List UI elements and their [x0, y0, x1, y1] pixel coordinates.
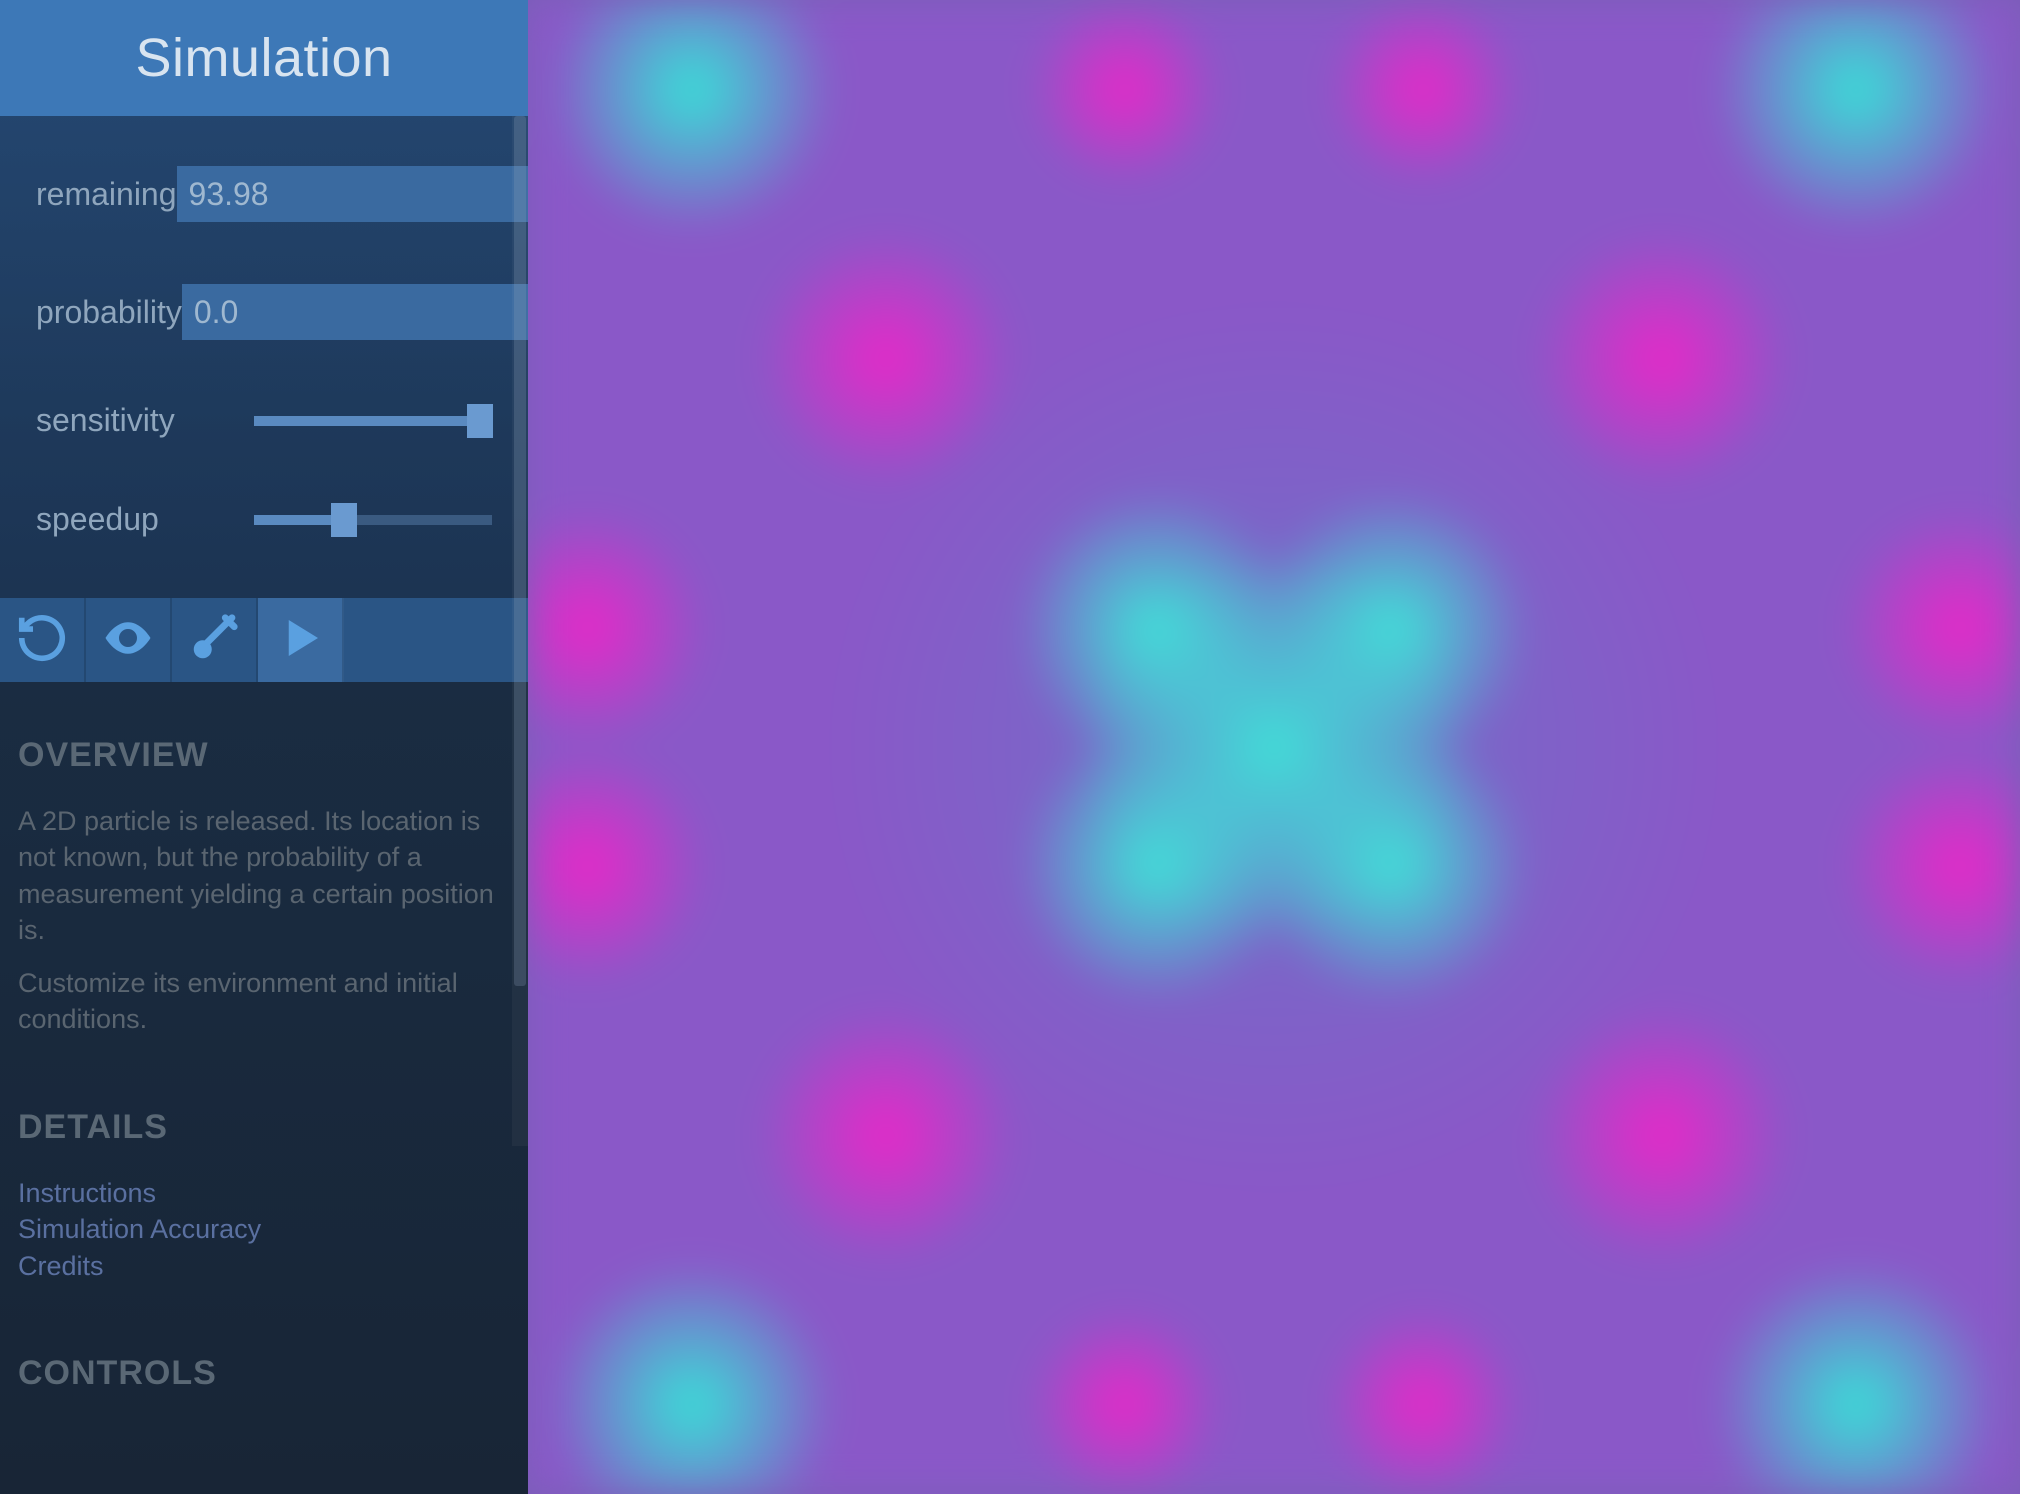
sidebar-header: Simulation — [0, 0, 528, 116]
reset-icon — [15, 611, 69, 670]
sidebar: Simulation remaining probability sensiti… — [0, 0, 528, 1494]
sensitivity-row: sensitivity — [36, 402, 492, 439]
details-block: DETAILS Instructions Simulation Accuracy… — [18, 1108, 510, 1284]
controls-heading: CONTROLS — [18, 1354, 510, 1393]
details-heading: DETAILS — [18, 1108, 510, 1147]
controls-block: CONTROLS — [18, 1354, 510, 1393]
credits-link[interactable]: Credits — [18, 1248, 510, 1284]
info-panel: OVERVIEW A 2D particle is released. Its … — [0, 682, 528, 1441]
scrollbar-thumb[interactable] — [514, 116, 526, 986]
app-root: Simulation remaining probability sensiti… — [0, 0, 2020, 1494]
simulation-canvas[interactable] — [528, 0, 2020, 1494]
speedup-slider[interactable] — [254, 505, 492, 535]
remaining-row: remaining — [36, 166, 492, 222]
overview-text-2: Customize its environment and initial co… — [18, 965, 510, 1038]
overview-text-1: A 2D particle is released. Its location … — [18, 803, 510, 949]
view-button[interactable] — [86, 598, 172, 682]
probability-label: probability — [36, 294, 182, 331]
remaining-label: remaining — [36, 176, 177, 213]
speedup-row: speedup — [36, 501, 492, 538]
page-title: Simulation — [135, 27, 392, 89]
toolbar — [0, 598, 528, 682]
play-icon — [273, 611, 327, 670]
probability-row: probability — [36, 284, 492, 340]
overview-heading: OVERVIEW — [18, 736, 510, 775]
sensitivity-slider[interactable] — [254, 406, 492, 436]
speedup-label: speedup — [36, 501, 254, 538]
simulation-visualization — [528, 0, 2020, 1494]
sidebar-scrollbar[interactable] — [512, 116, 528, 1146]
sensitivity-label: sensitivity — [36, 402, 254, 439]
reset-button[interactable] — [0, 598, 86, 682]
eye-icon — [101, 611, 155, 670]
brush-icon — [187, 611, 241, 670]
play-button[interactable] — [258, 598, 344, 682]
instructions-link[interactable]: Instructions — [18, 1175, 510, 1211]
accuracy-link[interactable]: Simulation Accuracy — [18, 1211, 510, 1247]
parameters-panel: remaining probability sensitivity speedu… — [0, 116, 528, 598]
draw-button[interactable] — [172, 598, 258, 682]
